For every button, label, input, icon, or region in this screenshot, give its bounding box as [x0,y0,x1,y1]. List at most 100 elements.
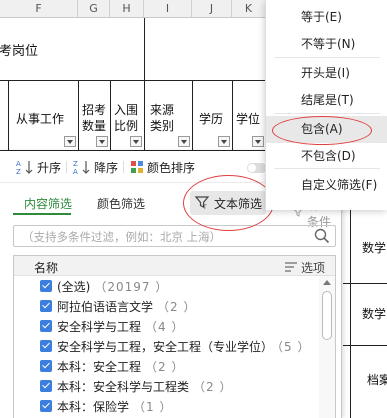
menu-item[interactable]: 不等于(N) [266,31,387,58]
grid-line [232,80,233,150]
divider [66,161,67,173]
item-text: 安全科学与工程 [57,320,142,334]
menu-item[interactable]: 自定义筛选(F) [266,172,387,199]
cell-header-recruit: 招考 [82,103,107,117]
grid-line [343,283,387,284]
scroll-up-arrow-icon[interactable] [323,280,331,285]
item-text: 安全科学与工程，安全工程（专业学位） [57,340,274,354]
cell-value: 数学 [362,307,387,321]
cell-header-ratio: 入围 [114,103,139,117]
list-item-label: 本科：安全科学与工程类 （2 ） [57,378,232,395]
list-header-name: 名称 [34,261,59,275]
item-count: （2 ） [193,380,233,394]
menu-item[interactable]: 不包含(D) [266,143,387,170]
svg-text:Z: Z [16,168,21,175]
list-item[interactable]: 安全科学与工程 （4 ） [14,316,319,336]
column-filter-button[interactable] [96,136,108,147]
column-filter-button[interactable] [252,136,264,147]
list-header: 名称 选项 [14,256,335,276]
sort-descending-button[interactable]: ZA 降序 [73,158,118,176]
text-filter-menu: 等于(E) 不等于(N) 开头是(I) 结尾是(T) 包含(A) 不包含(D) 自定义筛选(… [265,0,387,210]
list-item[interactable]: 安全科学与工程，安全工程（专业学位） （5 ） [14,336,319,356]
list-item-label: 阿拉伯语语言文学 （2 ） [57,298,196,315]
sort-ascending-label: 升序 [37,160,62,175]
tab-color-filter[interactable]: 颜色筛选 [97,195,145,212]
sort-by-color-button[interactable]: 颜色排序 [130,158,195,176]
list-item[interactable]: 本科：安全工程 （2 ） [14,356,319,376]
cell-title: 考岗位 [0,44,39,59]
grid-line [343,345,387,346]
options-icon [284,261,297,275]
checkbox[interactable] [40,400,52,412]
column-filter-button[interactable] [178,136,190,147]
item-text: 阿拉伯语语言文学 [57,300,154,314]
cell-header-source: 类别 [150,119,175,133]
menu-divider [274,168,380,169]
item-count: （1 ） [133,400,173,414]
checkbox[interactable] [40,300,52,312]
tab-content-filter[interactable]: 内容筛选 [24,195,72,212]
column-filter-button[interactable] [130,136,142,147]
search-icon[interactable] [314,228,330,247]
item-text: 本科：安全工程 [57,360,142,374]
scroll-thumb[interactable] [322,291,332,340]
item-count: （2 ） [145,360,185,374]
color-sort-icon [130,160,144,174]
sort-by-color-label: 颜色排序 [147,160,196,175]
menu-divider [274,113,380,114]
cell-header-education: 学历 [199,112,224,126]
grid-line [8,80,9,150]
grid-line [110,80,111,150]
menu-item[interactable]: 开头是(I) [266,60,387,87]
grid-line [78,80,79,150]
item-count: （5 ） [277,340,311,354]
column-header-g[interactable]: G [78,0,110,18]
scrollbar[interactable] [319,276,335,418]
svg-text:Z: Z [73,160,78,168]
cell-header-source: 来源 [150,103,175,117]
list-item-label: 本科：保险学 （1 ） [57,398,172,415]
column-header-i[interactable]: I [144,0,192,18]
item-count: （4 ） [145,320,185,334]
sort-ascending-icon: AZ [16,159,34,175]
column-header-f[interactable]: F [0,0,78,18]
list-item-label: 安全科学与工程 （4 ） [57,318,184,335]
checkbox[interactable] [40,340,52,352]
column-filter-button[interactable] [218,136,230,147]
cell-header-ratio: 比例 [114,119,139,133]
checkbox[interactable] [40,320,52,332]
list-item[interactable]: 本科：安全科学与工程类 （2 ） [14,376,319,396]
list-item-label: (全选) （20197 ） [57,278,168,295]
cell-header-recruit: 数量 [82,119,107,133]
search-placeholder: （支持多条件过滤，例如：北京 上海） [22,230,222,244]
checkbox[interactable] [40,360,52,372]
list-item-label: 本科：安全工程 （2 ） [57,358,184,375]
checkbox[interactable] [40,280,52,292]
highlight-circle [272,116,372,145]
column-header-k[interactable]: K [232,0,266,18]
cell-value: 数学 [362,241,387,255]
filter-search-input[interactable]: （支持多条件过滤，例如：北京 上海） [13,225,336,247]
item-text: 本科：保险学 [57,400,130,414]
list-item[interactable]: 本科：保险学 （1 ） [14,396,319,416]
column-header-h[interactable]: H [110,0,144,18]
grid-line [192,80,193,150]
toggle-switch[interactable] [247,163,267,173]
grid-line [0,80,266,81]
value-list: 名称 选项 (全选) （20197 ）阿拉伯语语言文学 （2 ）安全科学与工程 （4 … [13,255,336,418]
grid-line [144,18,145,150]
sort-ascending-button[interactable]: AZ 升序 [16,158,61,176]
cell-header-degree: 学位 [236,112,261,126]
menu-item[interactable]: 结尾是(T) [266,87,387,114]
checkbox[interactable] [40,380,52,392]
column-filter-button[interactable] [64,136,76,147]
column-header-j[interactable]: J [192,0,232,18]
list-item-label: 安全科学与工程，安全工程（专业学位） （5 ） [57,338,310,355]
highlight-circle [183,175,274,231]
active-tab-indicator [13,213,71,215]
list-options-button[interactable]: 选项 [284,259,325,276]
menu-item[interactable]: 等于(E) [266,4,387,31]
options-label: 选项 [300,261,325,275]
list-item[interactable]: (全选) （20197 ） [14,276,319,296]
list-item[interactable]: 阿拉伯语语言文学 （2 ） [14,296,319,316]
